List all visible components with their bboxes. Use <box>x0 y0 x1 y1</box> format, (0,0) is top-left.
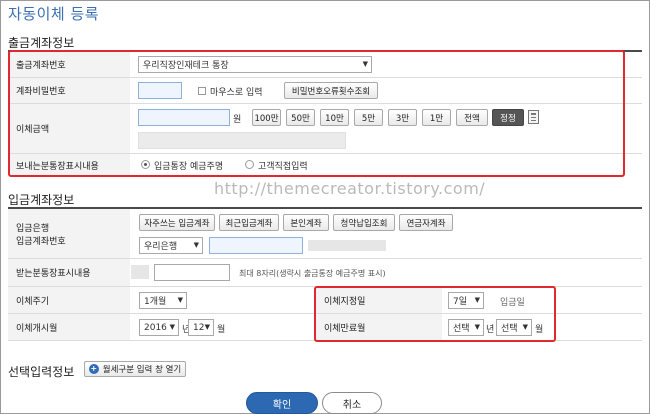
frequent-account-button[interactable]: 자주쓰는 입금계좌 <box>139 214 215 231</box>
chevron-down-icon: ▼ <box>169 323 175 331</box>
open-rent-type-label: 월세구분 입력 창 열기 <box>102 365 182 375</box>
start-year-select[interactable]: 2016 ▼ <box>139 319 179 336</box>
cancel-button[interactable]: 취소 <box>322 392 382 414</box>
watermark-text: http://themecreator.tistory.com/ <box>214 179 486 198</box>
open-rent-type-button[interactable]: + 월세구분 입력 창 열기 <box>84 361 186 377</box>
start-year-value: 2016 <box>144 322 167 333</box>
start-month-unit: 월 <box>217 325 226 335</box>
pension-account-button[interactable]: 연금자계좌 <box>399 214 453 231</box>
own-account-button[interactable]: 본인계좌 <box>283 214 329 231</box>
schedule-highlight-box <box>314 286 556 342</box>
optional-section-title: 선택입력정보 <box>8 365 75 379</box>
deposit-section-title: 입금계좌정보 <box>8 193 75 207</box>
page-title: 자동이체 등록 <box>8 5 100 23</box>
deposit-bank-label-line2: 입금계좌번호 <box>16 236 66 247</box>
chevron-down-icon: ▼ <box>204 323 210 331</box>
cycle-label: 이체주기 <box>8 287 130 313</box>
start-month-select[interactable]: 12 ▼ <box>188 319 214 336</box>
cycle-select[interactable]: 1개월 ▼ <box>139 292 187 309</box>
receiver-memo-row: 받는분통장표시내용 최대 8자리(생략시 출금통장 예금주명 표시) <box>8 259 642 287</box>
receiver-memo-hint: 최대 8자리(생략시 출금통장 예금주명 표시) <box>239 269 386 278</box>
confirm-button[interactable]: 확인 <box>246 392 318 414</box>
deposit-bank-row: 입금은행 입금계좌번호 자주쓰는 입금계좌 최근입금계좌 본인계좌 청약납입조회… <box>8 209 642 259</box>
start-month-value: 12 <box>193 322 205 333</box>
receiver-memo-label: 받는분통장표시내용 <box>8 259 130 286</box>
deposit-bank-value: 우리은행 <box>144 242 178 252</box>
chevron-down-icon: ▼ <box>177 296 183 304</box>
withdraw-highlight-box <box>8 50 625 177</box>
chevron-down-icon: ▼ <box>193 241 199 249</box>
receiver-memo-input[interactable] <box>154 264 230 281</box>
deposit-account-input[interactable] <box>209 237 303 254</box>
masked-text <box>131 265 149 279</box>
cycle-value: 1개월 <box>144 297 167 307</box>
deposit-bank-select[interactable]: 우리은행 ▼ <box>139 237 203 254</box>
subscription-lookup-button[interactable]: 청약납입조회 <box>333 214 395 231</box>
plus-icon: + <box>88 364 99 374</box>
deposit-bank-label: 입금은행 입금계좌번호 <box>8 209 130 258</box>
start-month-label: 이체개시월 <box>8 314 130 340</box>
recent-account-button[interactable]: 최근입금계좌 <box>219 214 279 231</box>
withdraw-section-title: 출금계좌정보 <box>8 36 75 50</box>
deposit-bank-label-line1: 입금은행 <box>16 223 50 234</box>
account-holder-readout <box>308 240 386 251</box>
